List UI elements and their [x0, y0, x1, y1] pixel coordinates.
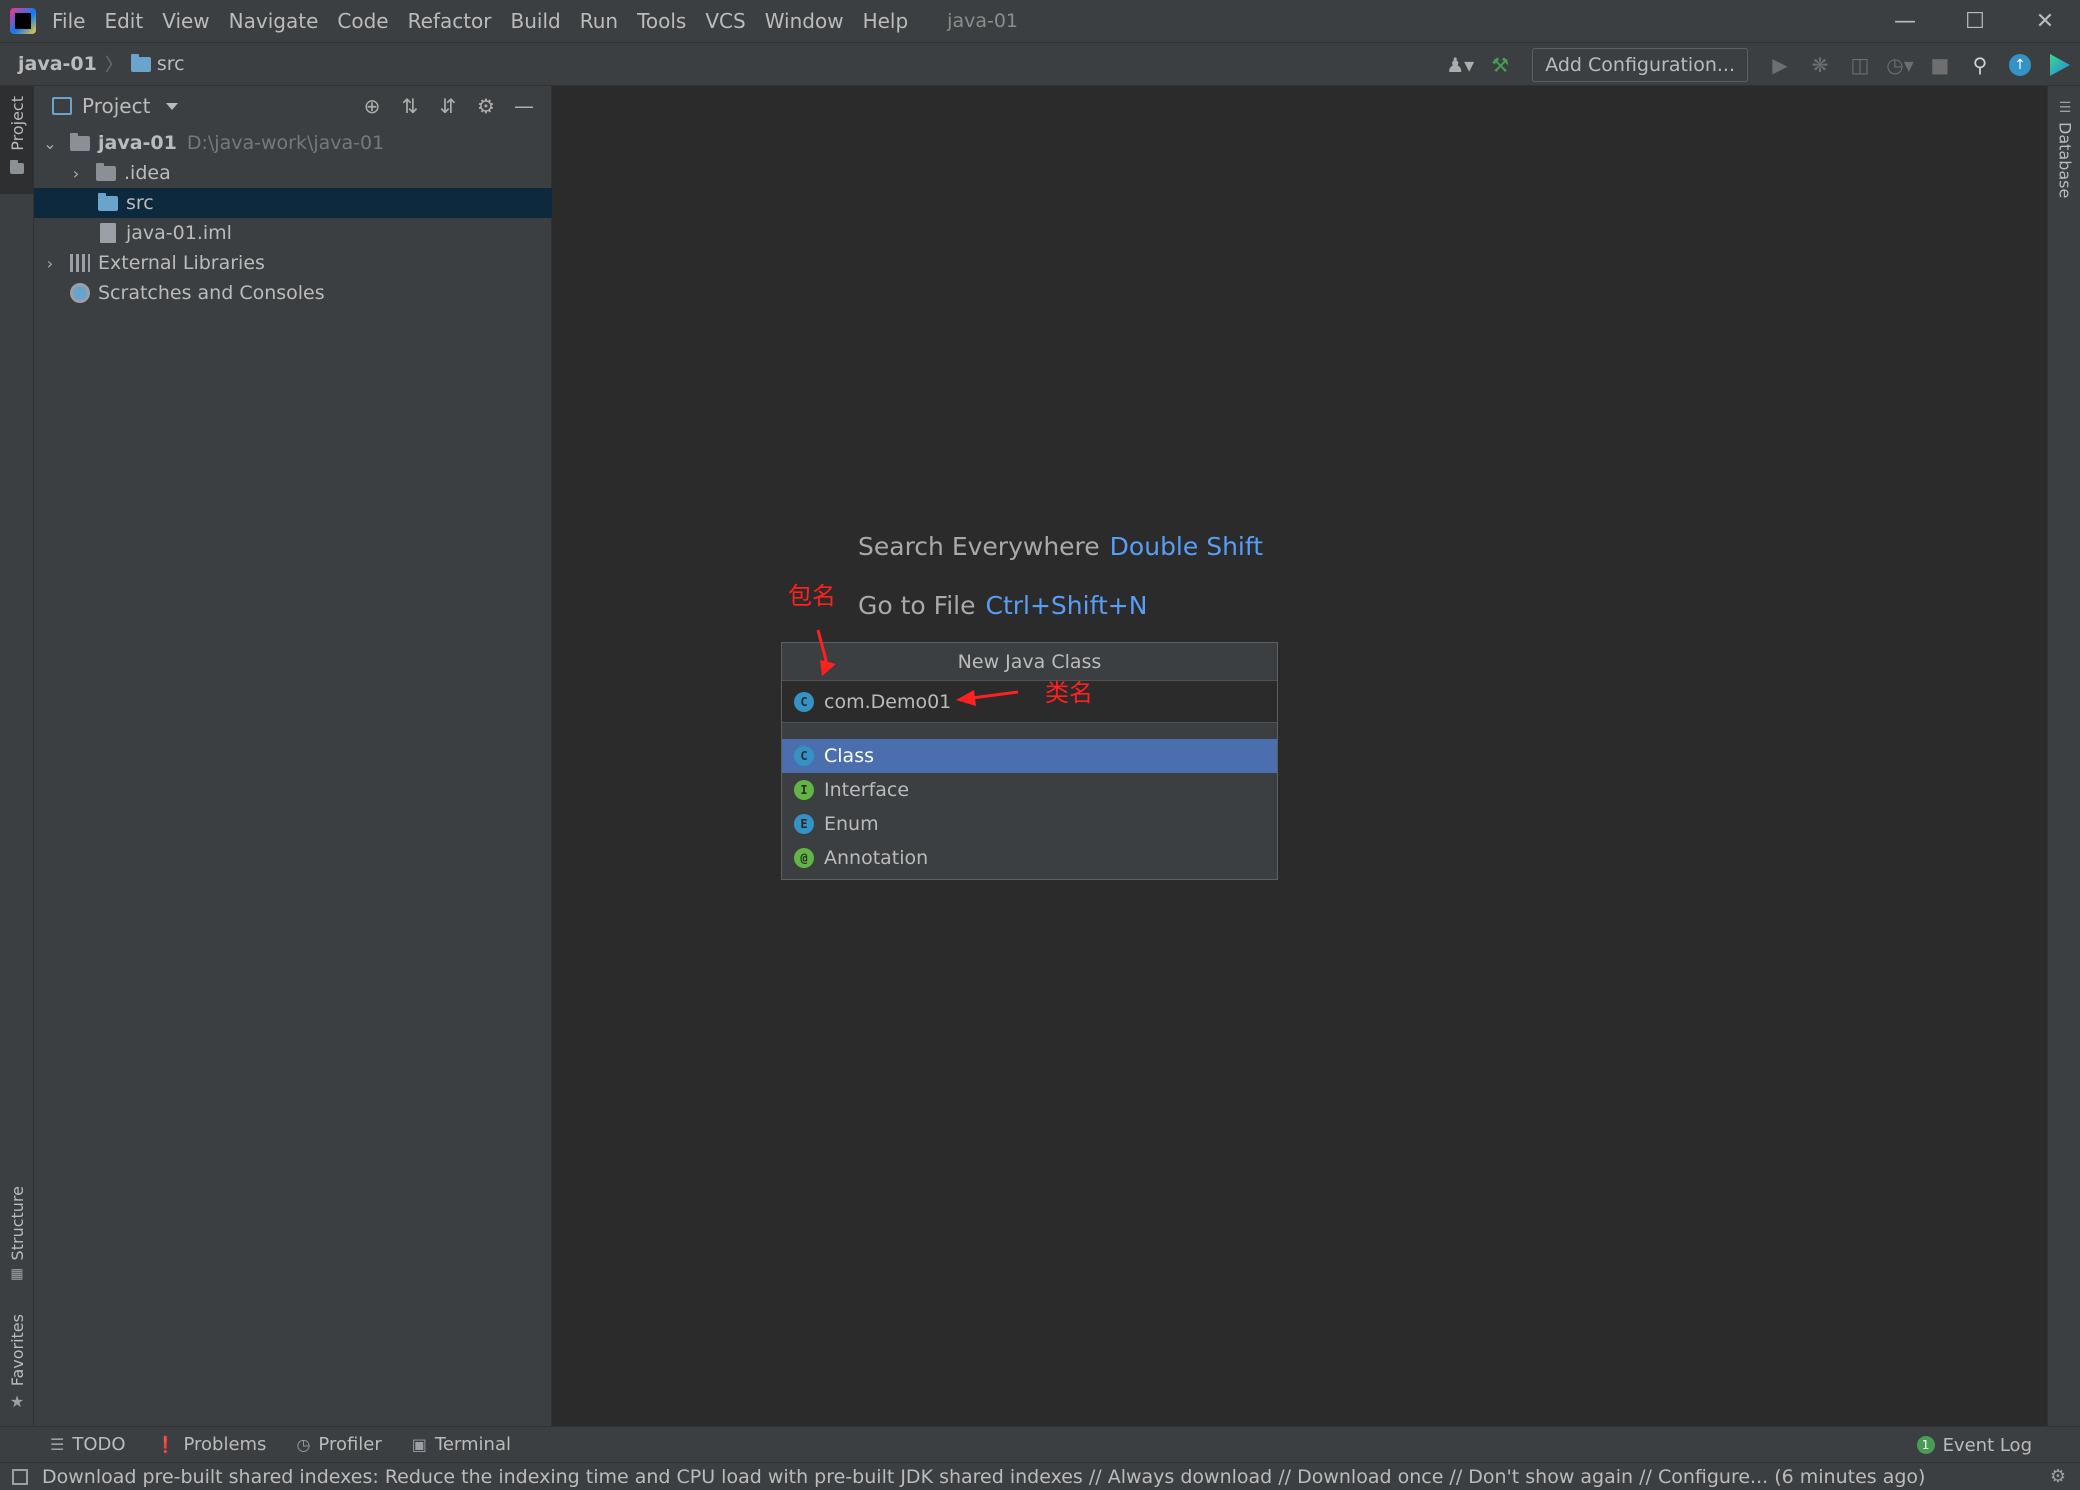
event-log-button[interactable]: 1 Event Log [1916, 1427, 2032, 1463]
tab-todo-label: TODO [72, 1434, 126, 1455]
problems-icon: ❗ [155, 1435, 176, 1454]
tab-profiler-label: Profiler [318, 1434, 382, 1455]
toggle-tool-windows-icon[interactable] [12, 1468, 28, 1485]
tool-window-bar: ☰ TODO ❗ Problems ◷ Profiler ▣ Terminal … [0, 1426, 2080, 1462]
tab-profiler[interactable]: ◷ Profiler [296, 1434, 381, 1455]
package-arrow-icon [816, 629, 836, 676]
tab-problems[interactable]: ❗ Problems [156, 1434, 267, 1455]
profiler-icon: ◷ [296, 1435, 311, 1454]
event-log-label: Event Log [1942, 1434, 2032, 1456]
list-icon: ☰ [50, 1435, 65, 1454]
tab-todo[interactable]: ☰ TODO [50, 1434, 126, 1455]
database-icon: ☰ [2058, 100, 2072, 116]
tab-terminal[interactable]: ▣ Terminal [412, 1434, 511, 1455]
event-count-badge: 1 [1916, 1436, 1935, 1454]
tab-terminal-label: Terminal [434, 1434, 511, 1455]
tab-problems-label: Problems [183, 1434, 267, 1455]
terminal-icon: ▣ [411, 1435, 427, 1454]
annotation-arrows [816, 629, 1019, 706]
right-tool-strip: ☰ Database [2047, 86, 2080, 1426]
status-message[interactable]: Download pre-built shared indexes: Reduc… [42, 1466, 1925, 1488]
class-arrow-icon [956, 690, 1019, 706]
settings-status-icon[interactable]: ⚙ [2050, 1466, 2066, 1487]
tab-database[interactable]: ☰ Database [2048, 100, 2080, 198]
annotation-class-name: 类名 [1045, 679, 1093, 707]
tab-database-label: Database [2055, 122, 2075, 199]
status-bar: Download pre-built shared indexes: Reduc… [0, 1462, 2080, 1490]
